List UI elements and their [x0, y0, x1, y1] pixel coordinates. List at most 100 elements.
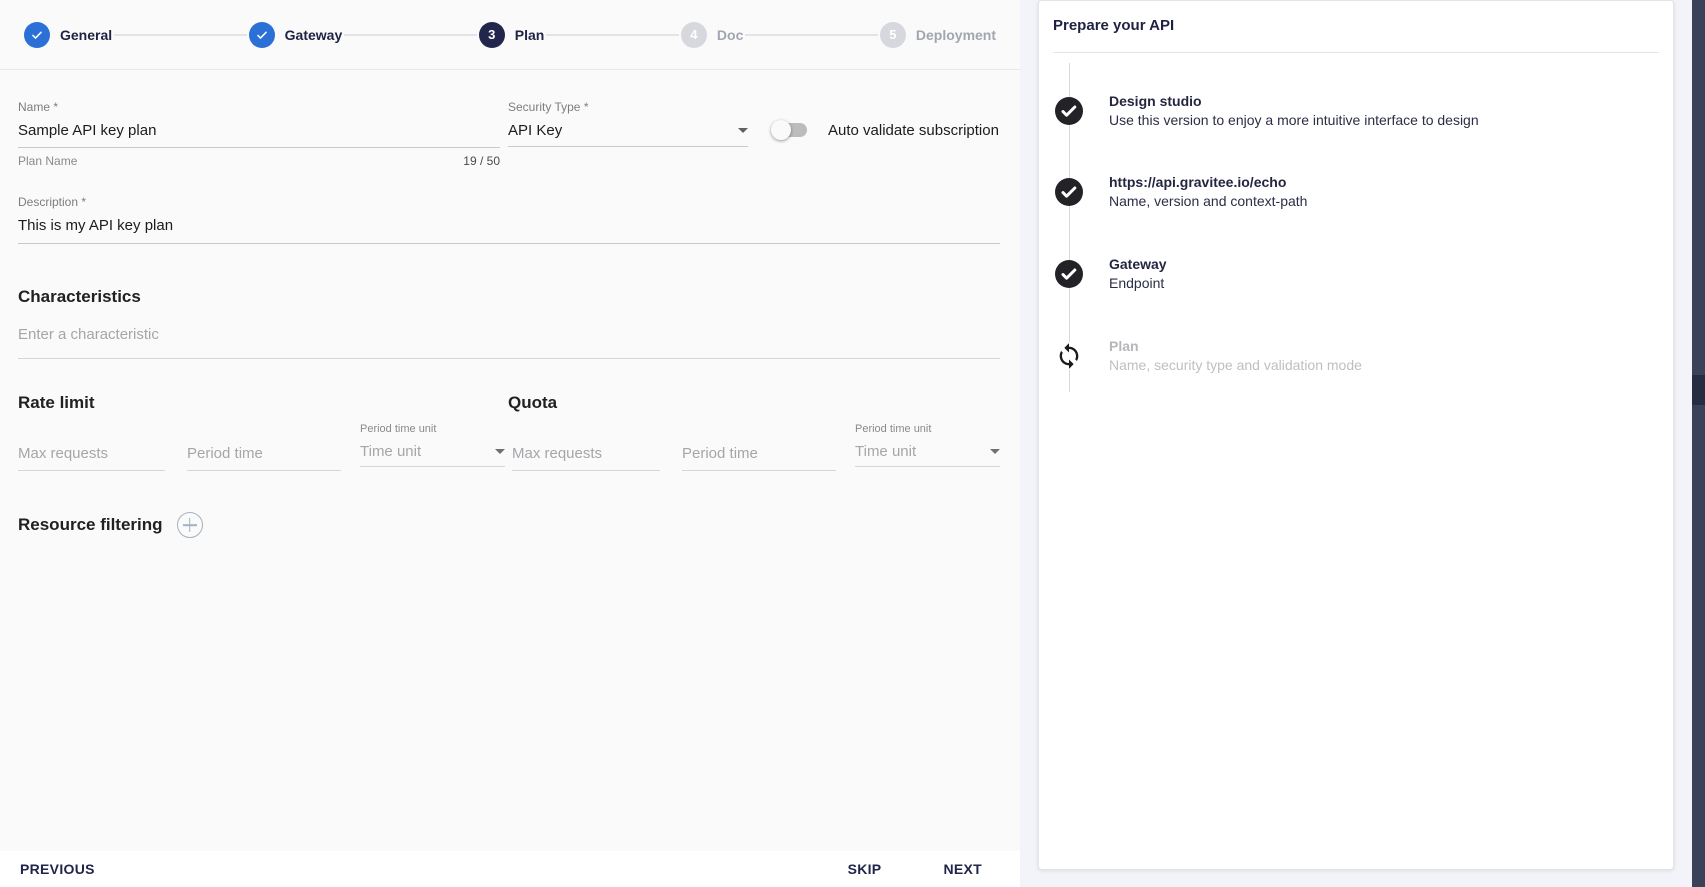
- chevron-down-icon: [495, 449, 505, 454]
- input-underline: [18, 470, 165, 471]
- rate-limit-period-time-input[interactable]: [187, 445, 341, 462]
- auto-validate-row: Auto validate subscription: [773, 112, 1013, 148]
- characteristics-heading: Characteristics: [18, 287, 141, 307]
- input-underline: [18, 358, 1000, 359]
- time-unit-float-label: Period time unit: [360, 423, 505, 435]
- quota-max-requests-input[interactable]: [512, 445, 660, 462]
- timeline-item-design-studio: Design studio Use this version to enjoy …: [1055, 92, 1657, 130]
- rate-limit-heading: Rate limit: [18, 393, 95, 413]
- time-unit-float-label: Period time unit: [855, 423, 1000, 435]
- timeline-item-title: Design studio: [1109, 92, 1479, 111]
- name-input[interactable]: [18, 122, 500, 139]
- stepper-step-plan[interactable]: 3 Plan: [479, 22, 545, 48]
- stepper-step-deployment[interactable]: 5 Deployment: [880, 22, 996, 48]
- step-label: Plan: [515, 27, 545, 43]
- security-type-label: Security Type *: [508, 100, 748, 114]
- stepper-connector: [344, 34, 477, 36]
- timeline-item-subtitle: Use this version to enjoy a more intuiti…: [1109, 111, 1479, 130]
- wizard-stepper: General Gateway 3 Plan 4 Doc 5: [0, 0, 1020, 70]
- step-done-check-icon: [249, 22, 275, 48]
- stepper-connector: [546, 34, 679, 36]
- security-type-field: Security Type * API Key: [508, 100, 748, 147]
- chevron-down-icon: [990, 449, 1000, 454]
- characteristics-input[interactable]: [18, 326, 1000, 343]
- rate-limit-period-time-field: [187, 445, 341, 471]
- rate-limit-max-requests-field: [18, 445, 165, 471]
- rate-limit-time-unit-select[interactable]: Time unit: [360, 443, 505, 460]
- step-number-badge: 5: [880, 22, 906, 48]
- resource-filtering-row: Resource filtering: [18, 512, 203, 538]
- prepare-api-panel: Prepare your API Design studio Use this …: [1038, 0, 1674, 870]
- check-circle-icon: [1055, 260, 1083, 288]
- input-underline: [18, 243, 1000, 244]
- rate-limit-max-requests-input[interactable]: [18, 445, 165, 462]
- step-number-badge: 4: [681, 22, 707, 48]
- prepare-api-title: Prepare your API: [1039, 1, 1673, 34]
- timeline-item-subtitle: Name, security type and validation mode: [1109, 356, 1362, 375]
- step-label: Gateway: [285, 27, 343, 43]
- timeline-item-plan: Plan Name, security type and validation …: [1055, 337, 1657, 375]
- description-input[interactable]: [18, 217, 1000, 234]
- stepper-connector: [114, 34, 247, 36]
- chevron-down-icon: [738, 128, 748, 133]
- input-underline: [512, 470, 660, 471]
- input-underline: [682, 470, 836, 471]
- timeline-item-context-path: https://api.gravitee.io/echo Name, versi…: [1055, 173, 1657, 211]
- step-number-badge: 3: [479, 22, 505, 48]
- auto-validate-label: Auto validate subscription: [828, 122, 999, 139]
- name-field-hint: Plan Name: [18, 154, 77, 168]
- wizard-action-bar: PREVIOUS SKIP NEXT: [0, 851, 1020, 887]
- scrollbar-thumb[interactable]: [1692, 375, 1705, 405]
- quota-max-requests-field: [512, 445, 660, 471]
- check-circle-icon: [1055, 97, 1083, 125]
- security-type-value: API Key: [508, 122, 562, 139]
- check-circle-icon: [1055, 178, 1083, 206]
- name-field-counter: 19 / 50: [463, 154, 500, 168]
- timeline-item-title: https://api.gravitee.io/echo: [1109, 173, 1307, 192]
- timeline-item-subtitle: Name, version and context-path: [1109, 192, 1307, 211]
- quota-heading: Quota: [508, 393, 557, 413]
- input-underline: [855, 466, 1000, 467]
- step-label: Deployment: [916, 27, 996, 43]
- security-type-select[interactable]: API Key: [508, 122, 748, 139]
- auto-validate-toggle[interactable]: [773, 120, 807, 140]
- scrollbar-track[interactable]: [1692, 0, 1705, 887]
- previous-button[interactable]: PREVIOUS: [20, 861, 95, 877]
- input-underline: [18, 147, 500, 148]
- characteristics-field: [18, 326, 1000, 359]
- quota-period-time-field: [682, 445, 836, 471]
- quota-period-time-input[interactable]: [682, 445, 836, 462]
- quota-time-unit-field: Period time unit Time unit: [855, 423, 1000, 467]
- panel-divider: [1053, 52, 1659, 53]
- description-label: Description *: [18, 195, 1000, 209]
- name-field: Name * Plan Name 19 / 50: [18, 100, 500, 168]
- wizard-left-pane: General Gateway 3 Plan 4 Doc 5: [0, 0, 1020, 887]
- time-unit-value: Time unit: [855, 443, 916, 460]
- description-field: Description *: [18, 195, 1000, 244]
- step-done-check-icon: [24, 22, 50, 48]
- rate-limit-time-unit-field: Period time unit Time unit: [360, 423, 505, 467]
- plan-creation-wizard: General Gateway 3 Plan 4 Doc 5: [0, 0, 1705, 887]
- input-underline: [508, 146, 748, 147]
- input-underline: [360, 466, 505, 467]
- stepper-step-gateway[interactable]: Gateway: [249, 22, 343, 48]
- stepper-step-general[interactable]: General: [24, 22, 112, 48]
- skip-button[interactable]: SKIP: [848, 861, 882, 877]
- time-unit-value: Time unit: [360, 443, 421, 460]
- next-button[interactable]: NEXT: [943, 861, 982, 877]
- toggle-knob: [771, 120, 791, 140]
- add-resource-filter-button[interactable]: [177, 512, 203, 538]
- sync-in-progress-icon: [1055, 342, 1083, 370]
- quota-time-unit-select[interactable]: Time unit: [855, 443, 1000, 460]
- stepper-connector: [745, 34, 878, 36]
- step-label: General: [60, 27, 112, 43]
- resource-filtering-heading: Resource filtering: [18, 515, 163, 535]
- stepper-step-doc[interactable]: 4 Doc: [681, 22, 743, 48]
- timeline-item-gateway: Gateway Endpoint: [1055, 255, 1657, 293]
- timeline-item-title: Plan: [1109, 337, 1362, 356]
- input-underline: [187, 470, 341, 471]
- name-field-label: Name *: [18, 100, 500, 114]
- timeline-item-subtitle: Endpoint: [1109, 274, 1167, 293]
- step-label: Doc: [717, 27, 743, 43]
- timeline-item-title: Gateway: [1109, 255, 1167, 274]
